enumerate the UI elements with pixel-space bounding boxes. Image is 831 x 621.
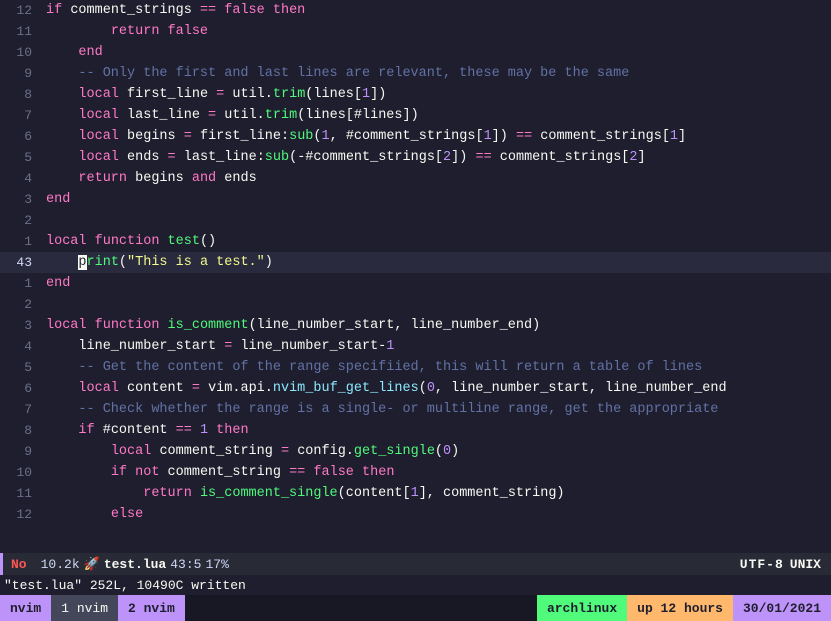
line-num: 5 [0,147,42,168]
line-content: local function test() [42,231,831,252]
code-line-3: 3 end [0,189,831,210]
encoding-info: UTF-8 UNIX [730,557,831,572]
code-line-7: 7 local last_line = util.trim(lines[#lin… [0,105,831,126]
code-line-end-4: 4 line_number_start = line_number_start-… [0,336,831,357]
line-num: 12 [0,504,42,525]
line-num: 6 [0,126,42,147]
message-text: "test.lua" 252L, 10490C written [4,578,246,593]
code-line-end-10: 10 if not comment_string == false then [0,462,831,483]
status-info: 10.2k 🚀 test.lua 43:5 17% [35,553,235,575]
status-mode: No [3,553,35,575]
right-statusbar: archlinux up 12 hours 30/01/2021 [537,595,831,621]
line-num: 3 [0,315,42,336]
line-num: 4 [0,168,42,189]
line-content: end [42,189,831,210]
line-num: 2 [0,210,42,231]
line-content: return false [42,21,831,42]
line-content: if #content == 1 then [42,420,831,441]
code-line-4: 4 return begins and ends [0,168,831,189]
line-num: 1 [0,273,42,294]
code-line-end-2: 2 [0,294,831,315]
code-line-10: 10 end [0,42,831,63]
line-content: local function is_comment(line_number_st… [42,315,831,336]
date-label: 30/01/2021 [733,595,831,621]
line-num: 2 [0,294,42,315]
code-line-5: 5 local ends = last_line:sub(-#comment_s… [0,147,831,168]
encoding: UTF-8 [740,557,784,572]
arch-label: archlinux [537,595,627,621]
line-num: 7 [0,399,42,420]
line-content: end [42,273,831,294]
code-line-43-current: 43 print("This is a test.") [0,252,831,273]
code-line-end-12: 12 else [0,504,831,525]
line-content: local first_line = util.trim(lines[1]) [42,84,831,105]
uptime-label: up 12 hours [627,595,733,621]
code-line-9: 9 -- Only the first and last lines are r… [0,63,831,84]
line-num: 7 [0,105,42,126]
line-content: -- Check whether the range is a single- … [42,399,831,420]
code-line-end-6: 6 local content = vim.api.nvim_buf_get_l… [0,378,831,399]
line-content [42,210,831,231]
line-content: local comment_string = config.get_single… [42,441,831,462]
line-num: 6 [0,378,42,399]
line-num: 5 [0,357,42,378]
line-content: -- Get the content of the range specifii… [42,357,831,378]
file-percent: 17% [205,557,228,572]
line-content: else [42,504,831,525]
line-content [42,294,831,315]
status-line: No 10.2k 🚀 test.lua 43:5 17% UTF-8 UNIX [0,553,831,575]
line-num: 12 [0,0,42,21]
line-content: local ends = last_line:sub(-#comment_str… [42,147,831,168]
code-area: 12 if comment_strings == false then 11 r… [0,0,831,553]
line-num: 8 [0,84,42,105]
line-content: return begins and ends [42,168,831,189]
code-line-1: 1 local function test() [0,231,831,252]
line-content: return is_comment_single(content[1], com… [42,483,831,504]
line-num: 9 [0,63,42,84]
code-lines: 12 if comment_strings == false then 11 r… [0,0,831,553]
line-content: if comment_strings == false then [42,0,831,21]
code-line-8: 8 local first_line = util.trim(lines[1]) [0,84,831,105]
nvim-label: nvim [0,595,51,621]
line-content: local last_line = util.trim(lines[#lines… [42,105,831,126]
rocket-icon: 🚀 [84,557,100,572]
os-type: UNIX [790,557,821,572]
file-pos: 43:5 [170,557,201,572]
code-line-end-9: 9 local comment_string = config.get_sing… [0,441,831,462]
line-num: 9 [0,441,42,462]
code-line-end-3: 3 local function is_comment(line_number_… [0,315,831,336]
line-num: 11 [0,21,42,42]
line-content: if not comment_string == false then [42,462,831,483]
code-line-end-5: 5 -- Get the content of the range specif… [0,357,831,378]
tab1[interactable]: 1 nvim [51,595,118,621]
bottom-statusbar: nvim 1 nvim 2 nvim archlinux up 12 hours… [0,595,831,621]
line-num: 3 [0,189,42,210]
code-line-end-1: 1 end [0,273,831,294]
line-num: 4 [0,336,42,357]
code-line-end-11: 11 return is_comment_single(content[1], … [0,483,831,504]
line-content: line_number_start = line_number_start-1 [42,336,831,357]
line-content: -- Only the first and last lines are rel… [42,63,831,84]
line-num: 11 [0,483,42,504]
code-line-12: 12 if comment_strings == false then [0,0,831,21]
tab2[interactable]: 2 nvim [118,595,185,621]
line-num: 10 [0,462,42,483]
line-num: 10 [0,42,42,63]
editor: 12 if comment_strings == false then 11 r… [0,0,831,621]
code-line-2: 2 [0,210,831,231]
message-line: "test.lua" 252L, 10490C written [0,575,831,595]
line-num: 1 [0,231,42,252]
code-line-11: 11 return false [0,21,831,42]
code-line-end-8: 8 if #content == 1 then [0,420,831,441]
code-line-end-7: 7 -- Check whether the range is a single… [0,399,831,420]
filename: test.lua [104,557,166,572]
line-num: 8 [0,420,42,441]
line-content: end [42,42,831,63]
line-num: 43 [0,252,42,273]
code-line-6: 6 local begins = first_line:sub(1, #comm… [0,126,831,147]
line-content: local begins = first_line:sub(1, #commen… [42,126,831,147]
line-content: print("This is a test.") [42,252,831,273]
line-content: local content = vim.api.nvim_buf_get_lin… [42,378,831,399]
file-size: 10.2k [41,557,80,572]
